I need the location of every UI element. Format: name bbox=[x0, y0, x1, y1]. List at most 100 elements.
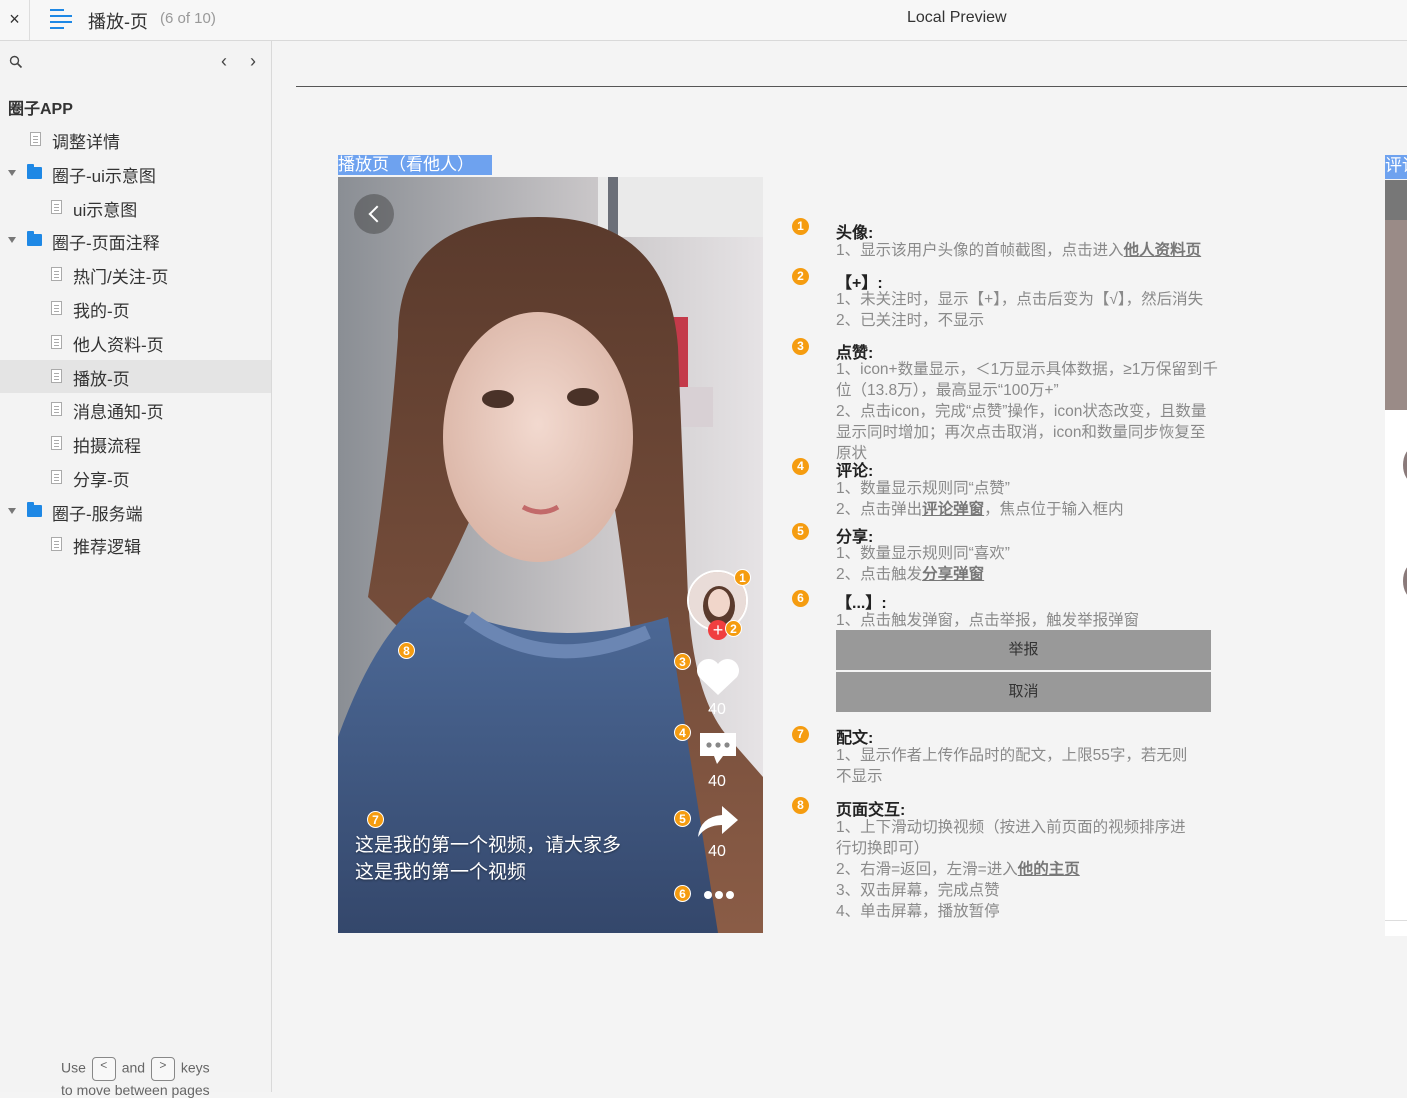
next-page-button[interactable]: › bbox=[245, 51, 261, 71]
annotation-badge-5: 5 bbox=[674, 810, 691, 827]
annotation-badge-3: 3 bbox=[674, 653, 691, 670]
sidebar-item[interactable]: 圈子-页面注释 bbox=[0, 224, 271, 257]
sidebar-item-label: 调整详情 bbox=[52, 133, 120, 152]
frame-title: 播放页（看他人） bbox=[338, 155, 492, 175]
annotation-badge-6: 6 bbox=[674, 885, 691, 902]
sidebar-item-label: 圈子-ui示意图 bbox=[52, 167, 156, 186]
sidebar-item[interactable]: 推荐逻辑 bbox=[0, 528, 271, 561]
folder-icon bbox=[27, 231, 42, 246]
sidebar-item[interactable]: 热门/关注-页 bbox=[0, 258, 271, 291]
sidebar-item-label: 热门/关注-页 bbox=[73, 268, 169, 287]
annotation-badge-4: 4 bbox=[674, 724, 691, 741]
sidebar-item[interactable]: 调整详情 bbox=[0, 123, 271, 156]
note-badge: 6 bbox=[792, 590, 809, 607]
expand-caret-icon[interactable] bbox=[8, 170, 16, 176]
share-icon[interactable] bbox=[696, 803, 740, 839]
note-link[interactable]: 他的主页 bbox=[1018, 861, 1080, 878]
sidebar-item-label: 推荐逻辑 bbox=[73, 538, 141, 557]
page-count: (6 of 10) bbox=[160, 10, 216, 27]
video-player-mock[interactable]: + 40 40 40 这是我的第一个视频，请大家多 这是我的第一个视频 1 2 … bbox=[338, 177, 763, 933]
search-icon[interactable] bbox=[9, 55, 23, 69]
note-text: 显示同时增加；再次点击取消，icon和数量同步恢复至 bbox=[836, 424, 1206, 441]
page-title: 播放-页 bbox=[88, 12, 148, 32]
folder-icon bbox=[27, 502, 42, 517]
sidebar-item[interactable]: 圈子-服务端 bbox=[0, 495, 271, 528]
hint-and: and bbox=[121, 1059, 146, 1076]
report-button[interactable]: 举报 bbox=[836, 630, 1211, 670]
note-text-tail: ，焦点位于输入框内 bbox=[984, 501, 1124, 518]
note-link[interactable]: 他人资料页 bbox=[1124, 242, 1202, 259]
note-text: 1、数量显示规则同“喜欢” bbox=[836, 545, 1010, 562]
expand-caret-icon[interactable] bbox=[8, 508, 16, 514]
note-line: 2、点击触发分享弹窗 bbox=[836, 564, 984, 585]
page-icon bbox=[30, 132, 41, 146]
note-line: 位（13.8万），最高显示“100万+” bbox=[836, 380, 1059, 401]
note-text: 1、数量显示规则同“点赞” bbox=[836, 480, 1010, 497]
page-icon bbox=[51, 335, 62, 349]
sidebar-item[interactable]: 他人资料-页 bbox=[0, 326, 271, 359]
note-badge: 5 bbox=[792, 523, 809, 540]
more-options-icon[interactable] bbox=[703, 889, 735, 901]
note-badge: 3 bbox=[792, 338, 809, 355]
note-badge: 1 bbox=[792, 218, 809, 235]
note-line: 行切换即可） bbox=[836, 838, 929, 859]
page-icon bbox=[51, 402, 62, 416]
note-text: 2、点击弹出 bbox=[836, 501, 923, 518]
hamburger-menu-icon[interactable] bbox=[50, 9, 72, 29]
folder-icon bbox=[27, 164, 42, 179]
note-line: 不显示 bbox=[836, 766, 883, 787]
note-line: 2、已关注时，不显示 bbox=[836, 310, 984, 331]
sidebar-item-label: 消息通知-页 bbox=[73, 403, 164, 422]
sidebar-item[interactable]: 拍摄流程 bbox=[0, 427, 271, 460]
page-icon bbox=[51, 470, 62, 484]
note-line: 1、数量显示规则同“喜欢” bbox=[836, 543, 1010, 564]
note-line: 4、单击屏幕，播放暂停 bbox=[836, 901, 1000, 922]
note-badge: 2 bbox=[792, 268, 809, 285]
note-text: 1、icon+数量显示，＜1万显示具体数据，≥1万保留到千 bbox=[836, 361, 1218, 378]
note-text: 1、点击触发弹窗，点击举报，触发举报弹窗 bbox=[836, 612, 1140, 629]
note-link[interactable]: 评论弹窗 bbox=[922, 501, 984, 518]
note-line: 1、点击触发弹窗，点击举报，触发举报弹窗 bbox=[836, 610, 1139, 631]
note-text: 4、单击屏幕，播放暂停 bbox=[836, 903, 1000, 920]
note-text: 行切换即可） bbox=[836, 840, 930, 857]
note-text: 2、点击触发 bbox=[836, 566, 923, 583]
cancel-button[interactable]: 取消 bbox=[836, 672, 1211, 712]
note-line: 1、未关注时，显示【+】，点击后变为【√】，然后消失 bbox=[836, 289, 1203, 310]
sidebar-item[interactable]: 我的-页 bbox=[0, 292, 271, 325]
page-icon bbox=[51, 537, 62, 551]
next-frame-preview bbox=[1385, 180, 1407, 936]
page-icon bbox=[51, 436, 62, 450]
note-text: 3、双击屏幕，完成点赞 bbox=[836, 882, 1000, 899]
note-badge: 7 bbox=[792, 726, 809, 743]
prev-page-button[interactable]: ‹ bbox=[216, 51, 232, 71]
note-badge: 4 bbox=[792, 458, 809, 475]
note-badge: 8 bbox=[792, 797, 809, 814]
sidebar-item[interactable]: ui示意图 bbox=[0, 191, 271, 224]
comment-count: 40 bbox=[708, 773, 726, 790]
caption-line-1: 这是我的第一个视频，请大家多 bbox=[355, 835, 622, 856]
heart-icon[interactable] bbox=[695, 657, 741, 697]
sidebar-item-label: 拍摄流程 bbox=[73, 437, 141, 456]
annotation-badge-7: 7 bbox=[367, 811, 384, 828]
note-text: 不显示 bbox=[836, 768, 883, 785]
note-text: 2、已关注时，不显示 bbox=[836, 312, 985, 329]
page-icon bbox=[51, 301, 62, 315]
sidebar: ‹ › 圈子APP Use < and > keys to move betwe… bbox=[0, 41, 272, 1098]
expand-caret-icon[interactable] bbox=[8, 237, 16, 243]
preview-label: Local Preview bbox=[907, 9, 1007, 26]
sidebar-item[interactable]: 消息通知-页 bbox=[0, 393, 271, 426]
back-button[interactable] bbox=[354, 194, 394, 234]
note-link[interactable]: 分享弹窗 bbox=[922, 566, 984, 583]
close-button[interactable]: × bbox=[0, 0, 30, 40]
note-line: 1、显示该用户头像的首帧截图，点击进入他人资料页 bbox=[836, 240, 1201, 261]
sidebar-item-label: 他人资料-页 bbox=[73, 336, 164, 355]
sidebar-item[interactable]: 分享-页 bbox=[0, 461, 271, 494]
comment-icon[interactable] bbox=[697, 730, 739, 768]
page-icon bbox=[51, 200, 62, 214]
main-canvas[interactable]: 播放页（看他人） 评论 bbox=[272, 41, 1407, 1092]
sidebar-item[interactable]: 播放-页 bbox=[0, 360, 271, 393]
divider bbox=[296, 86, 1407, 87]
annotation-badge-2: 2 bbox=[725, 620, 742, 637]
note-line: 2、点击icon，完成“点赞”操作，icon状态改变，且数量 bbox=[836, 401, 1206, 422]
sidebar-item[interactable]: 圈子-ui示意图 bbox=[0, 157, 271, 190]
